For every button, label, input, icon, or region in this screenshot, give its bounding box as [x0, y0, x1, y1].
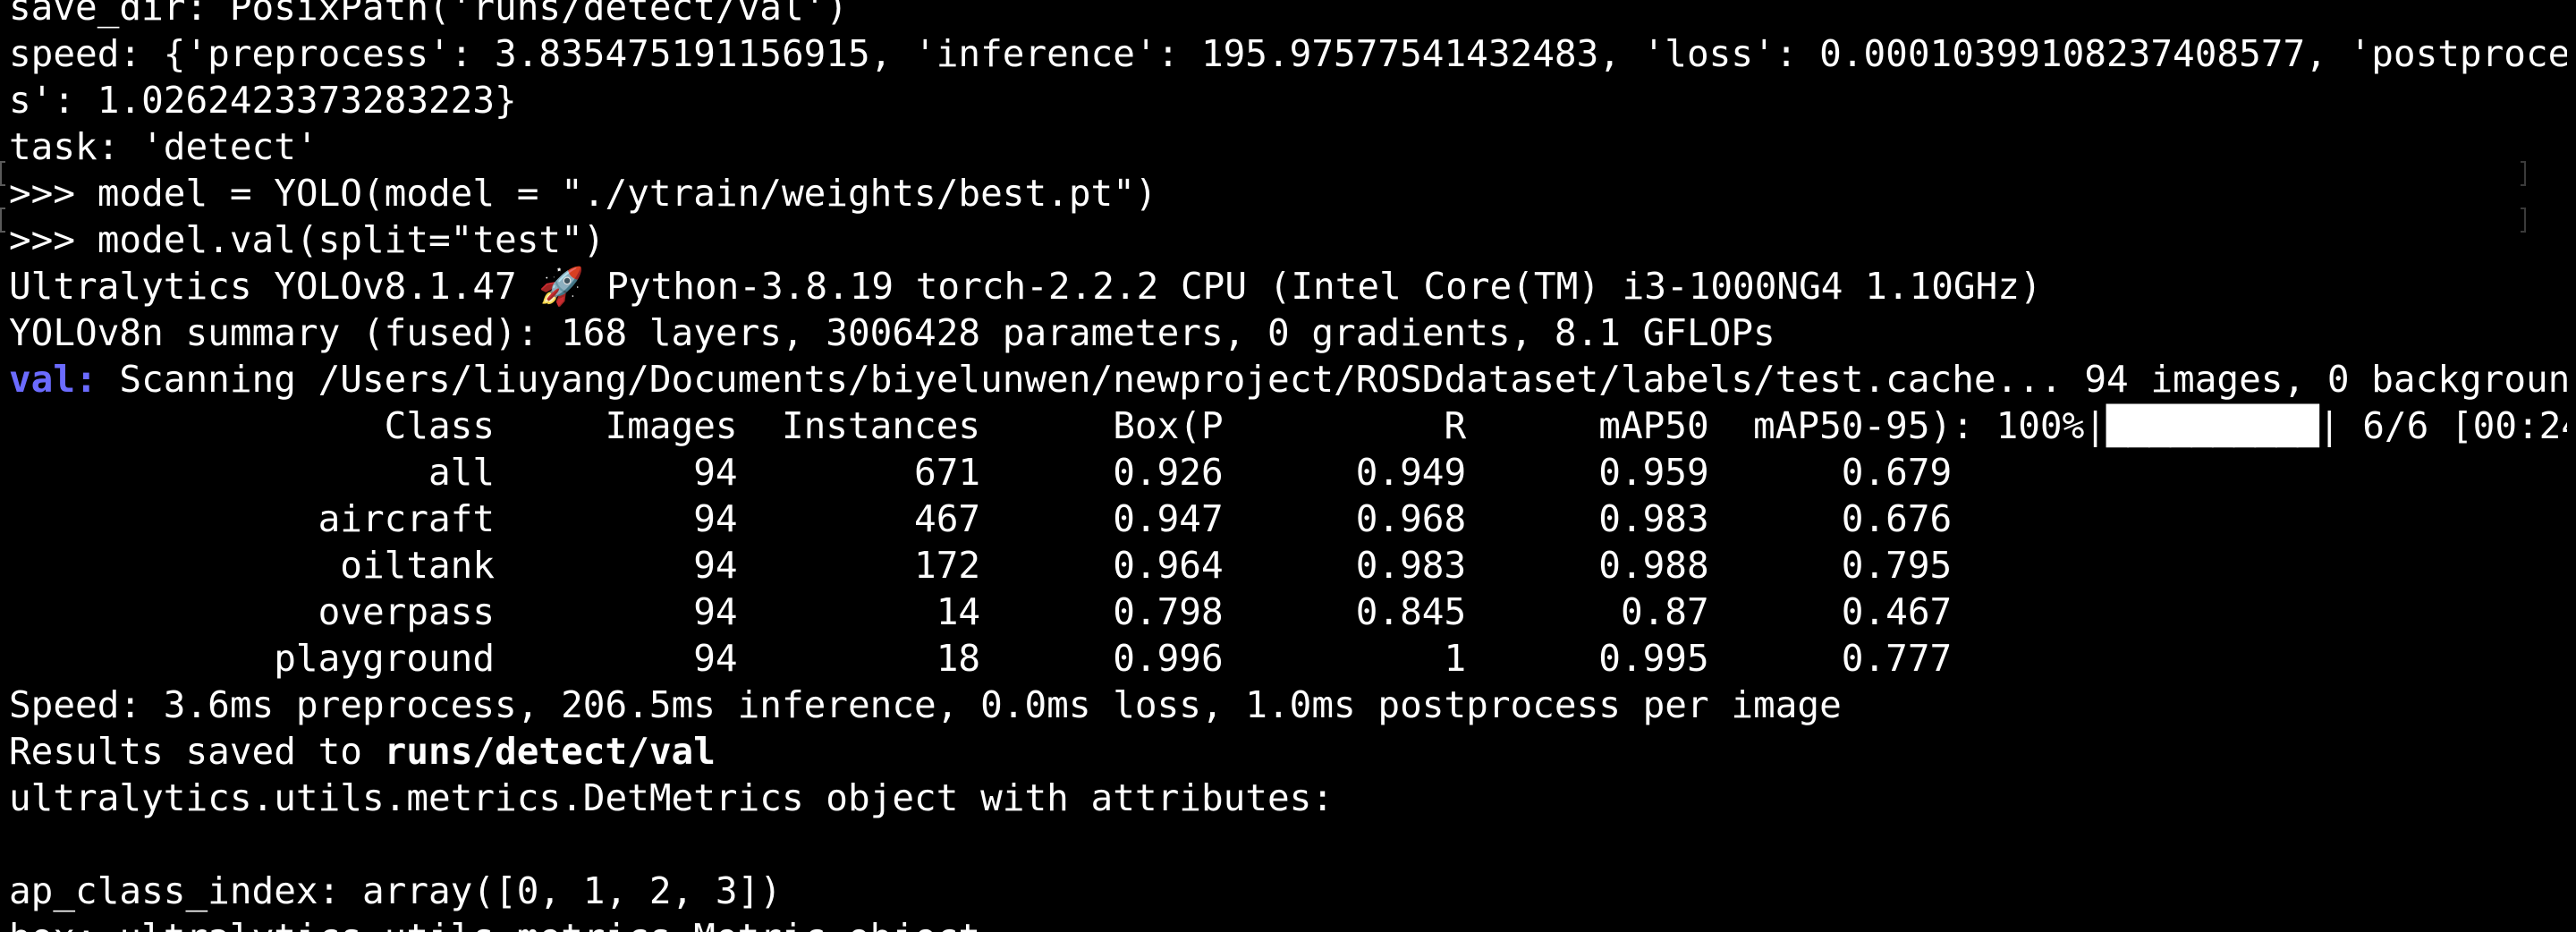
output-line: Results saved to runs/detect/val — [9, 728, 2567, 775]
val-prefix: val: — [9, 358, 97, 401]
output-text: Results saved to — [9, 730, 385, 773]
output-line: YOLOv8n summary (fused): 168 layers, 300… — [9, 311, 1775, 354]
output-text: Scanning /Users/liuyang/Documents/biyelu… — [97, 358, 2567, 401]
rocket-icon: 🚀 — [538, 265, 585, 308]
prompt-marker — [0, 161, 5, 186]
table-row: oiltank 94 172 0.964 0.983 0.988 0.795 — [9, 544, 1953, 587]
output-line: Speed: 3.6ms preprocess, 206.5ms inferen… — [9, 683, 1842, 726]
output-line: val: Scanning /Users/liuyang/Documents/b… — [9, 356, 2567, 402]
header-text: Class Images Instances Box(P R mAP50 mAP… — [9, 404, 2106, 447]
command-line: >>> model = YOLO(model = "./ytrain/weigh… — [9, 172, 1157, 215]
terminal-output: save_dir: PosixPath('runs/detect/val') s… — [9, 0, 2567, 932]
table-row: playground 94 18 0.996 1 0.995 0.777 — [9, 637, 1953, 680]
terminal-window[interactable]: save_dir: PosixPath('runs/detect/val') s… — [0, 0, 2576, 932]
table-row: aircraft 94 467 0.947 0.968 0.983 0.676 — [9, 497, 1953, 540]
progress-text: | 6/6 [00:24 — [2318, 404, 2567, 447]
output-text: Python-3.8.19 torch-2.2.2 CPU (Intel Cor… — [584, 265, 2042, 308]
table-row: all 94 671 0.926 0.949 0.959 0.679 — [9, 451, 1953, 494]
command-line: >>> model.val(split="test") — [9, 218, 606, 261]
results-path: runs/detect/val — [384, 730, 716, 773]
progress-bar: ██████████ — [2106, 404, 2319, 447]
output-line: s': 1.0262423373283223} — [9, 79, 517, 122]
output-line: speed: {'preprocess': 3.835475191156915,… — [9, 32, 2567, 75]
output-line: ultralytics.utils.metrics.DetMetrics obj… — [9, 776, 1335, 819]
output-line: Ultralytics YOLOv8.1.47 🚀 Python-3.8.19 … — [9, 263, 2567, 309]
prompt-marker — [0, 208, 5, 233]
output-line: box: ultralytics.utils.metrics.Metric ob… — [9, 914, 2567, 932]
table-header: Class Images Instances Box(P R mAP50 mAP… — [9, 402, 2567, 449]
table-row: overpass 94 14 0.798 0.845 0.87 0.467 — [9, 590, 1953, 633]
output-line: task: 'detect' — [9, 125, 318, 168]
output-line: save_dir: PosixPath('runs/detect/val') — [9, 0, 848, 29]
output-line: ap_class_index: array([0, 1, 2, 3]) — [9, 869, 782, 912]
output-text: Ultralytics YOLOv8.1.47 — [9, 265, 539, 308]
